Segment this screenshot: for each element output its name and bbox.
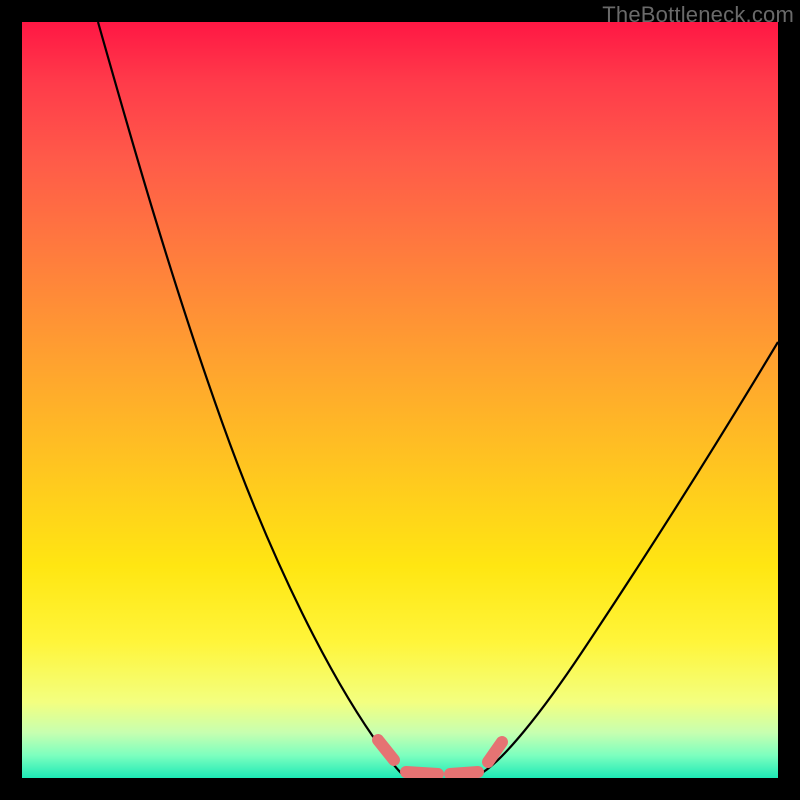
plot-area: [22, 22, 778, 778]
curve-right-arm: [480, 342, 778, 774]
curve-left-arm: [98, 22, 402, 774]
watermark-text: TheBottleneck.com: [602, 2, 794, 28]
curve-layer: [22, 22, 778, 778]
chart-stage: TheBottleneck.com: [0, 0, 800, 800]
